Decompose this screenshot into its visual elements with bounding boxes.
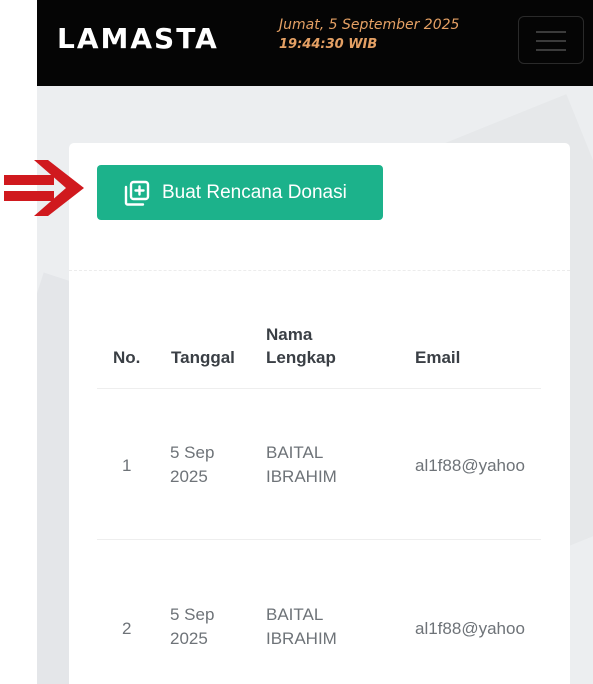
cell-no: 1 <box>122 456 132 475</box>
red-arrow-right-icon <box>4 160 84 216</box>
add-square-icon <box>124 180 150 206</box>
cell-tanggal: 5 Sep 2025 <box>170 443 215 486</box>
donation-card: Buat Rencana Donasi No. Tanggal Nama Len… <box>69 143 570 684</box>
navbar: LAMASTA Jumat, 5 September 2025 19:44:30… <box>37 0 593 86</box>
current-time: 19:44:30 WIB <box>279 37 378 52</box>
cell-nama: BAITAL IBRAHIM <box>266 443 337 486</box>
create-donation-plan-button[interactable]: Buat Rencana Donasi <box>97 165 383 220</box>
column-header-tanggal[interactable]: Tanggal <box>171 346 235 369</box>
section-divider <box>69 270 570 271</box>
current-date: Jumat, 5 September 2025 <box>279 17 460 33</box>
hamburger-icon <box>536 31 566 33</box>
column-header-nama-lengkap[interactable]: Nama Lengkap <box>266 323 346 369</box>
cell-email: al1f88@yahoo <box>415 456 525 475</box>
table-row-divider <box>97 539 541 540</box>
table-row-divider <box>97 388 541 389</box>
column-header-no[interactable]: No. <box>113 346 140 369</box>
datetime-display: Jumat, 5 September 2025 19:44:30 WIB <box>279 15 459 55</box>
brand-logo[interactable]: LAMASTA <box>57 22 219 55</box>
cell-nama: BAITAL IBRAHIM <box>266 605 337 648</box>
column-header-email[interactable]: Email <box>415 346 460 369</box>
cell-no: 2 <box>122 619 132 638</box>
cell-tanggal: 5 Sep 2025 <box>170 605 215 648</box>
create-button-label: Buat Rencana Donasi <box>162 181 347 203</box>
cell-email: al1f88@yahoo <box>415 619 525 638</box>
menu-toggle-button[interactable] <box>518 16 584 64</box>
